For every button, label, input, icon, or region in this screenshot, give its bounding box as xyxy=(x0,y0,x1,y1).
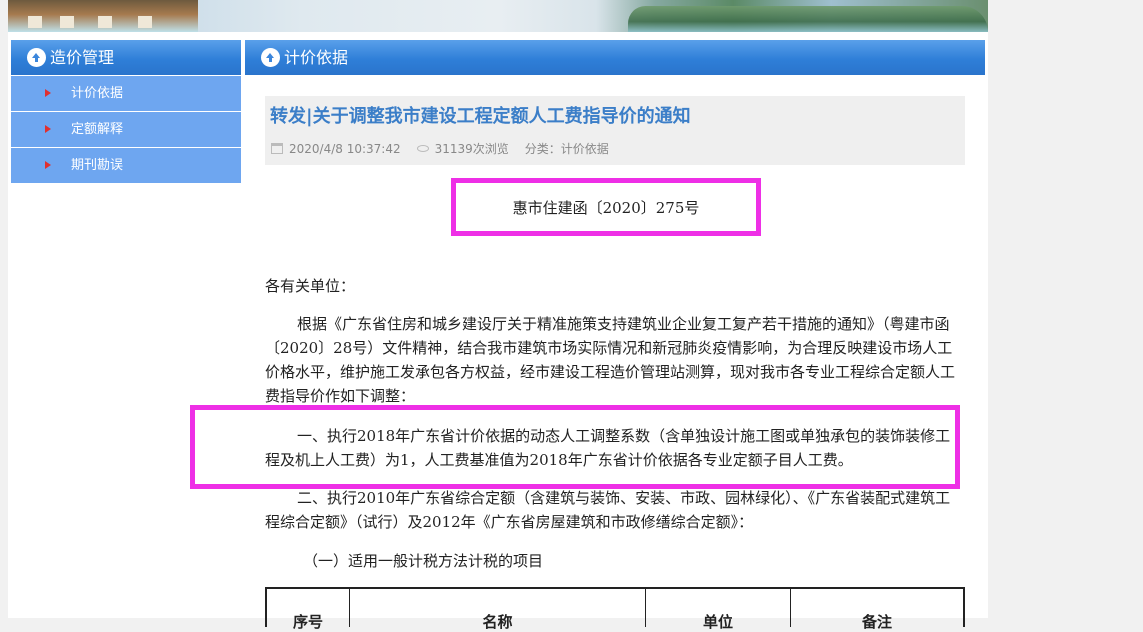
table-header-cell: 单位 xyxy=(646,589,791,631)
banner-town xyxy=(8,0,198,32)
table-header-cell: 名称 xyxy=(350,589,646,631)
table-header-cell: 序号 xyxy=(267,589,350,631)
section-header: 计价依据 xyxy=(245,40,985,75)
rates-table-header: 序号 名称 单位 备注 xyxy=(265,587,965,631)
sidebar-item-pricing-basis[interactable]: 计价依据 xyxy=(11,76,241,111)
article-meta: 2020/4/8 10:37:42 31139次浏览 分类：计价依据 xyxy=(271,140,609,157)
arrow-up-circle-icon xyxy=(261,48,280,67)
table-header-cell: 备注 xyxy=(861,613,892,631)
banner-hills xyxy=(628,6,988,32)
banner-image xyxy=(8,0,988,32)
salutation: 各有关单位： xyxy=(265,277,356,295)
article-date: 2020/4/8 10:37:42 xyxy=(289,141,401,156)
paragraph-1: 根据《广东省住房和城乡建设厅关于精准施策支持建筑业企业复工复产若干措施的通知》（… xyxy=(265,315,956,405)
doc-number-highlight: 惠市住建函〔2020〕275号 xyxy=(451,178,761,236)
bullet-triangle-icon xyxy=(45,125,51,133)
doc-number: 惠市住建函〔2020〕275号 xyxy=(512,198,700,217)
paragraph-4: （一）适用一般计税方法计税的项目 xyxy=(303,552,544,570)
calendar-icon xyxy=(271,143,283,154)
sidebar-title: 造价管理 xyxy=(50,48,115,67)
sidebar: 造价管理 计价依据 定额解释 期刊勘误 xyxy=(11,40,241,183)
sidebar-item-label: 定额解释 xyxy=(71,122,124,137)
sidebar-item-label: 计价依据 xyxy=(71,86,124,101)
sidebar-item-label: 期刊勘误 xyxy=(71,158,124,173)
bullet-triangle-icon xyxy=(45,89,51,97)
article-header: 转发|关于调整我市建设工程定额人工费指导价的通知 2020/4/8 10:37:… xyxy=(265,96,965,165)
eye-icon xyxy=(416,145,429,152)
paragraph-2: 一、执行2018年广东省计价依据的动态人工调整系数（含单独设计施工图或单独承包的… xyxy=(265,427,951,469)
article-category[interactable]: 分类：计价依据 xyxy=(525,140,609,157)
section-title: 计价依据 xyxy=(284,48,349,67)
sidebar-item-journal-errata[interactable]: 期刊勘误 xyxy=(11,148,241,183)
sidebar-item-quota-explanation[interactable]: 定额解释 xyxy=(11,112,241,147)
paragraph-3: 二、执行2010年广东省综合定额（含建筑与装饰、安装、市政、园林绿化）、《广东省… xyxy=(265,489,951,531)
bullet-triangle-icon xyxy=(45,161,51,169)
sidebar-header: 造价管理 xyxy=(11,40,241,75)
article-views: 31139次浏览 xyxy=(434,142,509,156)
article-title: 转发|关于调整我市建设工程定额人工费指导价的通知 xyxy=(270,106,691,127)
arrow-up-circle-icon xyxy=(27,48,46,67)
